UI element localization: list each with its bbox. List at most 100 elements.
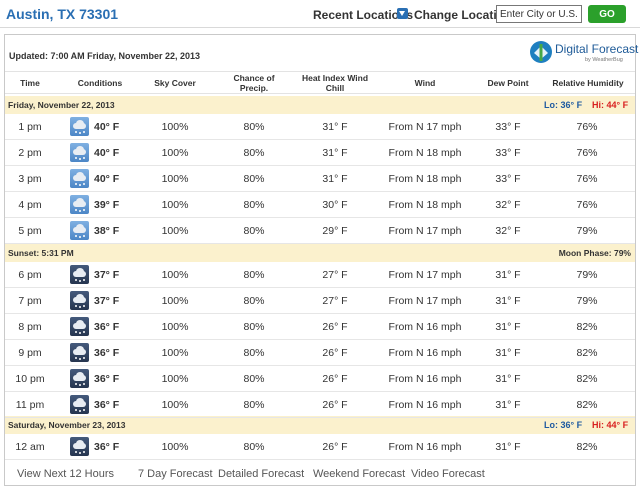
forecast-panel: Updated: 7:00 AM Friday, November 22, 20…	[4, 34, 638, 486]
city-title[interactable]: Austin, TX 73301	[6, 6, 118, 22]
wind-cell: From N 17 mph	[388, 225, 462, 237]
time-cell: 12 am	[15, 441, 45, 453]
day-label: Saturday, November 23, 2013	[8, 420, 126, 430]
heat-index-cell: 26° F	[322, 373, 348, 385]
sky-cover-cell: 100%	[161, 225, 189, 237]
wind-cell: From N 18 mph	[388, 147, 462, 159]
sky-cover-cell: 100%	[161, 373, 189, 385]
heat-index-cell: 30° F	[322, 199, 348, 211]
forecast-links: View Next 12 Hours 7 Day Forecast Detail…	[9, 468, 635, 484]
time-cell: 9 pm	[18, 347, 42, 359]
sky-cover-cell: 100%	[161, 295, 189, 307]
location-search-input[interactable]	[496, 5, 582, 23]
day-band-saturday: Saturday, November 23, 2013 Lo: 36° F Hi…	[5, 416, 635, 434]
wind-cell: From N 16 mph	[388, 373, 462, 385]
time-cell: 3 pm	[18, 173, 42, 185]
precip-cell: 80%	[243, 225, 265, 237]
col-wind: Wind	[414, 78, 436, 88]
view-next-12-hours-link[interactable]: View Next 12 Hours	[17, 468, 114, 480]
time-cell: 5 pm	[18, 225, 42, 237]
dew-point-cell: 32° F	[495, 225, 521, 237]
temperature-cell: 37° F	[94, 269, 120, 281]
precip-cell: 80%	[243, 121, 265, 133]
chevron-down-icon[interactable]	[397, 8, 408, 19]
wind-cell: From N 16 mph	[388, 399, 462, 411]
temperature-cell: 36° F	[94, 347, 120, 359]
table-row: 9 pm 36° F 100% 80% 26° F From N 16 mph 31° F 8…	[5, 340, 635, 366]
sunset-label: Sunset: 5:31 PM	[8, 248, 74, 258]
precip-cell: 80%	[243, 373, 265, 385]
precip-cell: 80%	[243, 399, 265, 411]
temperature-cell: 39° F	[94, 199, 120, 211]
col-time: Time	[20, 78, 40, 88]
dew-point-cell: 31° F	[495, 347, 521, 359]
temperature-cell: 40° F	[94, 173, 120, 185]
sky-cover-cell: 100%	[161, 147, 189, 159]
heat-index-cell: 26° F	[322, 347, 348, 359]
day-band-friday: Friday, November 22, 2013 Lo: 36° F Hi: …	[5, 96, 635, 114]
dew-point-cell: 33° F	[495, 147, 521, 159]
col-conditions: Conditions	[77, 78, 123, 88]
table-row: 3 pm 40° F 100% 80% 31° F From N 18 mph 33° F 7…	[5, 166, 635, 192]
dew-point-cell: 31° F	[495, 373, 521, 385]
col-heat-index-wind-chill: Heat Index Wind Chill	[301, 73, 369, 93]
day-rain-icon	[70, 169, 89, 188]
heat-index-cell: 26° F	[322, 321, 348, 333]
wind-cell: From N 16 mph	[388, 441, 462, 453]
table-row: 12 am 36° F 100% 80% 26° F From N 16 mph 31° F…	[5, 434, 635, 460]
humidity-cell: 76%	[576, 147, 598, 159]
humidity-cell: 79%	[576, 225, 598, 237]
precip-cell: 80%	[243, 199, 265, 211]
night-rain-icon	[70, 437, 89, 456]
sky-cover-cell: 100%	[161, 121, 189, 133]
humidity-cell: 79%	[576, 295, 598, 307]
video-forecast-link[interactable]: Video Forecast	[411, 468, 485, 480]
table-row: 7 pm 37° F 100% 80% 27° F From N 17 mph 31° F 7…	[5, 288, 635, 314]
time-cell: 8 pm	[18, 321, 42, 333]
dew-point-cell: 31° F	[495, 269, 521, 281]
heat-index-cell: 29° F	[322, 225, 348, 237]
wind-cell: From N 16 mph	[388, 321, 462, 333]
sky-cover-cell: 100%	[161, 199, 189, 211]
digital-forecast-logo: Digital Forecast by WeatherBug	[529, 39, 638, 67]
wind-cell: From N 18 mph	[388, 199, 462, 211]
table-row: 2 pm 40° F 100% 80% 31° F From N 18 mph 33° F 7…	[5, 140, 635, 166]
day-label: Friday, November 22, 2013	[8, 100, 115, 110]
precip-cell: 80%	[243, 173, 265, 185]
time-cell: 2 pm	[18, 147, 42, 159]
wind-cell: From N 17 mph	[388, 121, 462, 133]
temperature-cell: 40° F	[94, 147, 120, 159]
heat-index-cell: 31° F	[322, 173, 348, 185]
humidity-cell: 82%	[576, 321, 598, 333]
heat-index-cell: 26° F	[322, 399, 348, 411]
humidity-cell: 82%	[576, 441, 598, 453]
temperature-cell: 36° F	[94, 373, 120, 385]
sky-cover-cell: 100%	[161, 321, 189, 333]
detailed-forecast-link[interactable]: Detailed Forecast	[218, 468, 304, 480]
precip-cell: 80%	[243, 147, 265, 159]
go-button[interactable]: GO	[588, 5, 626, 23]
sky-cover-cell: 100%	[161, 347, 189, 359]
dew-point-cell: 33° F	[495, 121, 521, 133]
table-header: Time Conditions Sky Cover Chance of Prec…	[5, 71, 635, 94]
low-temp: Lo: 36° F	[544, 100, 583, 110]
moon-phase: Moon Phase: 79%	[558, 248, 631, 258]
sky-cover-cell: 100%	[161, 173, 189, 185]
humidity-cell: 82%	[576, 399, 598, 411]
humidity-cell: 76%	[576, 199, 598, 211]
weekend-forecast-link[interactable]: Weekend Forecast	[313, 468, 405, 480]
time-cell: 10 pm	[15, 373, 45, 385]
humidity-cell: 76%	[576, 173, 598, 185]
day-rain-icon	[70, 221, 89, 240]
heat-index-cell: 31° F	[322, 147, 348, 159]
sky-cover-cell: 100%	[161, 441, 189, 453]
humidity-cell: 82%	[576, 373, 598, 385]
temperature-cell: 38° F	[94, 225, 120, 237]
sky-cover-cell: 100%	[161, 399, 189, 411]
heat-index-cell: 31° F	[322, 121, 348, 133]
precip-cell: 80%	[243, 321, 265, 333]
humidity-cell: 82%	[576, 347, 598, 359]
seven-day-forecast-link[interactable]: 7 Day Forecast	[138, 468, 213, 480]
temperature-cell: 36° F	[94, 321, 120, 333]
table-row: 11 pm 36° F 100% 80% 26° F From N 16 mph 31° F…	[5, 392, 635, 418]
